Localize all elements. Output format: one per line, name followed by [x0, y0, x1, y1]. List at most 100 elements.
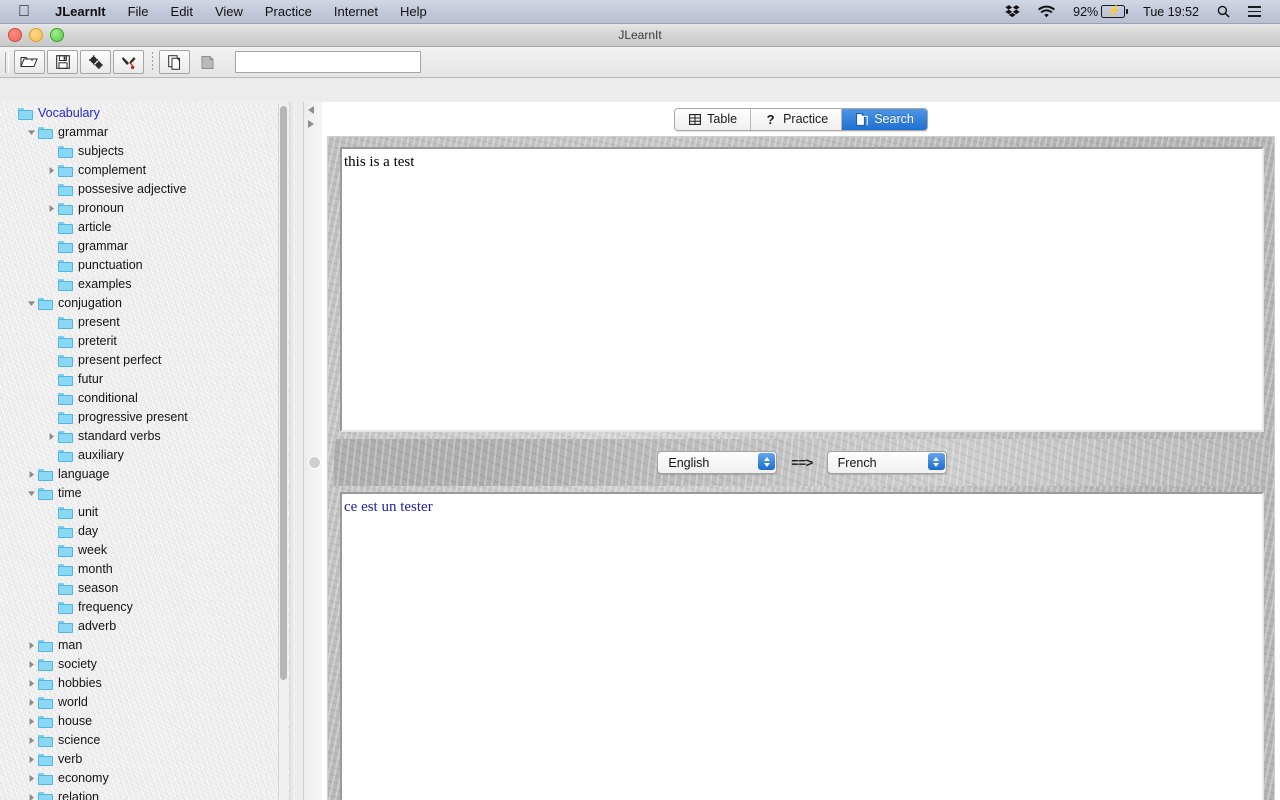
tab-search[interactable]: Search: [842, 108, 927, 130]
menu-item-practice[interactable]: Practice: [254, 0, 323, 24]
sidebar-scrollbar-thumb[interactable]: [280, 106, 287, 680]
tree-item-label: punctuation: [78, 258, 143, 272]
menu-item-view[interactable]: View: [204, 0, 254, 24]
tree-item[interactable]: verb: [0, 750, 295, 769]
chevron-down-icon[interactable]: [24, 123, 38, 142]
chevron-right-icon[interactable]: [24, 655, 38, 674]
menu-item-internet[interactable]: Internet: [323, 0, 389, 24]
tree-item[interactable]: Vocabulary: [0, 104, 295, 123]
toolbar-grip[interactable]: [5, 51, 9, 73]
tree-item[interactable]: futur: [0, 370, 295, 389]
tree-item[interactable]: week: [0, 541, 295, 560]
target-language-stepper-icon[interactable]: [927, 453, 945, 470]
search-icon[interactable]: [1208, 5, 1239, 18]
tree-item[interactable]: possesive adjective: [0, 180, 295, 199]
target-language-select[interactable]: French: [826, 451, 947, 474]
apple-icon[interactable]: : [18, 3, 30, 20]
wifi-icon[interactable]: [1029, 5, 1064, 18]
chevron-right-icon[interactable]: [24, 712, 38, 731]
chevron-right-icon[interactable]: [24, 750, 38, 769]
chevron-right-icon[interactable]: [44, 427, 58, 446]
toolbar-search-input[interactable]: [235, 51, 421, 73]
chevron-right-icon[interactable]: [44, 199, 58, 218]
segmented-tabs[interactable]: Table ? Practice Search: [674, 107, 928, 131]
tree-item[interactable]: frequency: [0, 598, 295, 617]
list-menu-icon[interactable]: [1239, 6, 1270, 17]
tree-item[interactable]: auxiliary: [0, 446, 295, 465]
menubar-clock[interactable]: Tue 19:52: [1134, 5, 1208, 19]
menu-item-file[interactable]: File: [117, 0, 160, 24]
tree-item[interactable]: time: [0, 484, 295, 503]
maximize-button[interactable]: [50, 28, 64, 42]
open-icon[interactable]: [14, 50, 45, 74]
tree-item-label: hobbies: [58, 676, 102, 690]
folder-icon: [58, 202, 73, 215]
tree-item[interactable]: progressive present: [0, 408, 295, 427]
tab-table[interactable]: Table: [675, 108, 752, 130]
tree-item[interactable]: society: [0, 655, 295, 674]
close-button[interactable]: [8, 28, 22, 42]
tree-item[interactable]: man: [0, 636, 295, 655]
tree-item[interactable]: unit: [0, 503, 295, 522]
splitter-grip[interactable]: [308, 456, 321, 469]
menu-item-app[interactable]: JLearnIt: [44, 0, 117, 24]
source-language-stepper-icon[interactable]: [758, 453, 776, 470]
collapse-right-icon[interactable]: [308, 120, 314, 128]
tree-item[interactable]: pronoun: [0, 199, 295, 218]
chevron-down-icon[interactable]: [24, 484, 38, 503]
battery-status[interactable]: 92% ⚡: [1064, 5, 1134, 19]
tree-item[interactable]: day: [0, 522, 295, 541]
dropbox-icon[interactable]: [996, 4, 1029, 19]
tree-item[interactable]: season: [0, 579, 295, 598]
settings-icon[interactable]: [80, 50, 111, 74]
tab-practice[interactable]: ? Practice: [751, 108, 843, 130]
tree-item[interactable]: standard verbs: [0, 427, 295, 446]
tree-item[interactable]: hobbies: [0, 674, 295, 693]
tree-item[interactable]: science: [0, 731, 295, 750]
tree-item[interactable]: house: [0, 712, 295, 731]
tree-item[interactable]: punctuation: [0, 256, 295, 275]
tree-item[interactable]: grammar: [0, 237, 295, 256]
source-language-select[interactable]: English: [657, 451, 778, 474]
tree-item[interactable]: present: [0, 313, 295, 332]
chevron-right-icon[interactable]: [24, 465, 38, 484]
tree-item[interactable]: relation: [0, 788, 295, 800]
tools-icon[interactable]: [113, 50, 144, 74]
tree-item[interactable]: conjugation: [0, 294, 295, 313]
collapse-left-icon[interactable]: [308, 106, 314, 114]
menu-item-edit[interactable]: Edit: [160, 0, 204, 24]
source-text-area[interactable]: this is a test: [340, 147, 1264, 432]
chevron-right-icon[interactable]: [24, 636, 38, 655]
tree-item[interactable]: present perfect: [0, 351, 295, 370]
tree-item[interactable]: economy: [0, 769, 295, 788]
tree-item[interactable]: language: [0, 465, 295, 484]
minimize-button[interactable]: [29, 28, 43, 42]
tree-item[interactable]: examples: [0, 275, 295, 294]
sidebar-scrollbar[interactable]: [278, 104, 288, 800]
chevron-right-icon[interactable]: [44, 161, 58, 180]
delete-icon[interactable]: [192, 50, 223, 74]
chevron-down-icon[interactable]: [24, 294, 38, 313]
chevron-right-icon[interactable]: [24, 674, 38, 693]
chevron-right-icon[interactable]: [24, 788, 38, 800]
tree-item[interactable]: article: [0, 218, 295, 237]
tree-item[interactable]: preterit: [0, 332, 295, 351]
copy-icon[interactable]: [159, 50, 190, 74]
tree-item[interactable]: world: [0, 693, 295, 712]
tree-item[interactable]: complement: [0, 161, 295, 180]
tree-item[interactable]: adverb: [0, 617, 295, 636]
tree-item[interactable]: grammar: [0, 123, 295, 142]
chevron-right-icon[interactable]: [24, 731, 38, 750]
chevron-right-icon[interactable]: [24, 769, 38, 788]
pane-splitter[interactable]: [303, 102, 324, 800]
tree-item[interactable]: month: [0, 560, 295, 579]
tree-item[interactable]: subjects: [0, 142, 295, 161]
tree-item[interactable]: conditional: [0, 389, 295, 408]
save-icon[interactable]: [47, 50, 78, 74]
menu-item-help[interactable]: Help: [389, 0, 438, 24]
target-text-area[interactable]: ce est un tester: [340, 492, 1264, 800]
vocabulary-tree[interactable]: Vocabulary grammar subjects complement posse…: [0, 102, 295, 800]
chevron-right-icon[interactable]: [24, 693, 38, 712]
